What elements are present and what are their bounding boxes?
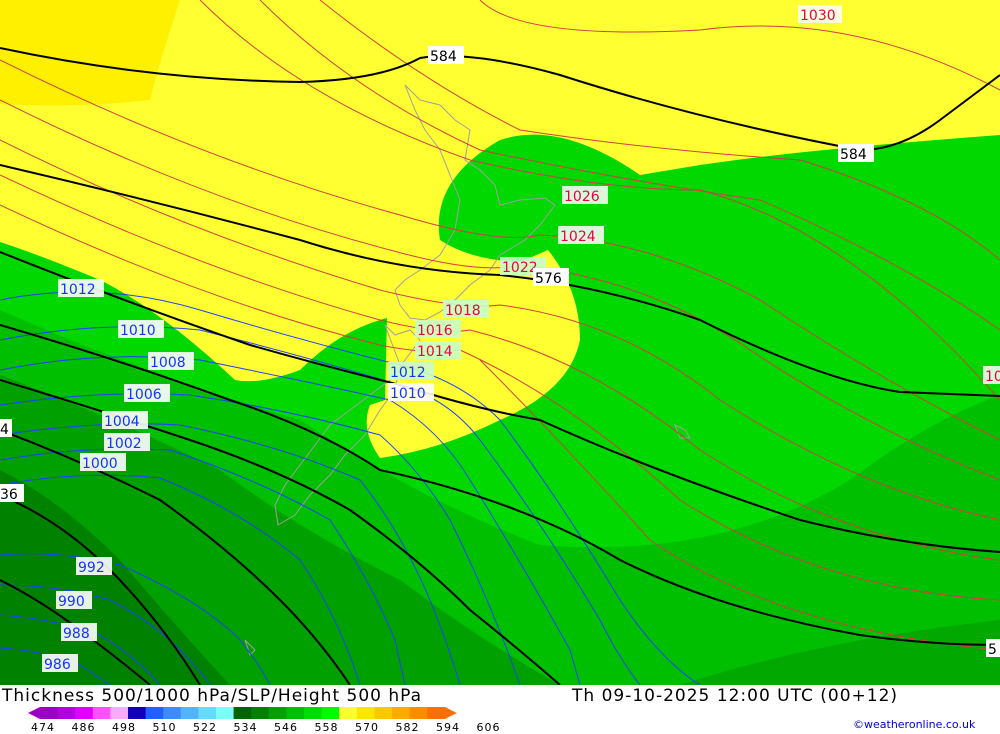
scale-cell [40, 707, 59, 719]
slp-label-1018: 1018 [445, 303, 481, 319]
scale-cell [304, 707, 323, 719]
slp-label-1002: 1002 [106, 436, 142, 452]
map-title: Thickness 500/1000 hPa/SLP/Height 500 hP… [2, 686, 423, 706]
scale-cell [286, 707, 305, 719]
slp-label-1004: 1004 [104, 414, 140, 430]
slp-label-986: 986 [44, 657, 71, 673]
scale-tick-label: 570 [355, 721, 379, 734]
height-label-576: 576 [535, 271, 562, 287]
scale-cell [75, 707, 94, 719]
scale-cell [233, 707, 252, 719]
scale-tick-label: 474 [31, 721, 55, 734]
slp-label-1000: 1000 [82, 456, 118, 472]
scale-tick-label: 522 [193, 721, 217, 734]
scale-tick-label: 534 [233, 721, 258, 734]
slp-label-1008: 1008 [150, 355, 186, 371]
slp-label-988: 988 [63, 626, 90, 642]
scale-tick-label: 510 [152, 721, 177, 734]
slp-label-1022: 1022 [502, 260, 538, 276]
scale-tick-label: 486 [71, 721, 96, 734]
scale-cell [268, 707, 287, 719]
slp-label-10: 10 [985, 369, 1000, 385]
scale-tick-label: 606 [476, 721, 501, 734]
slp-label-1012-center: 1012 [390, 365, 426, 381]
height-label-right-5: 5 [988, 642, 997, 658]
slp-label-992: 992 [78, 560, 105, 576]
color-scale [28, 707, 457, 719]
slp-label-1006: 1006 [126, 387, 162, 403]
slp-label-1024: 1024 [560, 229, 596, 245]
scale-cell [216, 707, 235, 719]
scale-tick-label: 594 [436, 721, 460, 734]
scale-cell [110, 707, 129, 719]
slp-label-990: 990 [58, 594, 85, 610]
scale-cell [339, 707, 358, 719]
scale-cell [374, 707, 393, 719]
slp-label-1016: 1016 [417, 323, 453, 339]
valid-time: Th 09-10-2025 12:00 UTC (00+12) [572, 686, 899, 706]
scale-tick-label: 546 [274, 721, 298, 734]
height-label-584-right: 584 [840, 147, 867, 163]
slp-label-1030: 1030 [800, 8, 836, 24]
scale-cell [163, 707, 182, 719]
scale-cell [251, 707, 270, 719]
scale-arrow-right [444, 707, 457, 719]
scale-cell [145, 707, 164, 719]
scale-cell [92, 707, 111, 719]
credit-link[interactable]: ©weatheronline.co.uk [853, 718, 975, 731]
scale-tick-label: 582 [395, 721, 420, 734]
height-label-left-4: 4 [0, 422, 9, 438]
scale-cell [427, 707, 446, 719]
scale-cell [57, 707, 76, 719]
slp-label-1012: 1012 [60, 282, 96, 298]
scale-cell [198, 707, 217, 719]
scale-cell [392, 707, 411, 719]
scale-tick-label: 558 [314, 721, 339, 734]
slp-label-1010: 1010 [120, 323, 156, 339]
slp-label-1026: 1026 [564, 189, 600, 205]
height-label-584-top: 584 [430, 49, 457, 65]
slp-label-1010-center: 1010 [390, 386, 426, 402]
scale-arrow-left [28, 707, 40, 719]
scale-cell [321, 707, 340, 719]
weather-map: 1030 1026 1024 1022 1018 1016 1014 10 10… [0, 0, 1000, 685]
height-label-left-36: 36 [0, 487, 18, 503]
slp-label-1014: 1014 [417, 344, 453, 360]
scale-cell [356, 707, 375, 719]
scale-cell [409, 707, 428, 719]
scale-cell [128, 707, 147, 719]
scale-tick-label: 498 [112, 721, 136, 734]
scale-cell [180, 707, 199, 719]
